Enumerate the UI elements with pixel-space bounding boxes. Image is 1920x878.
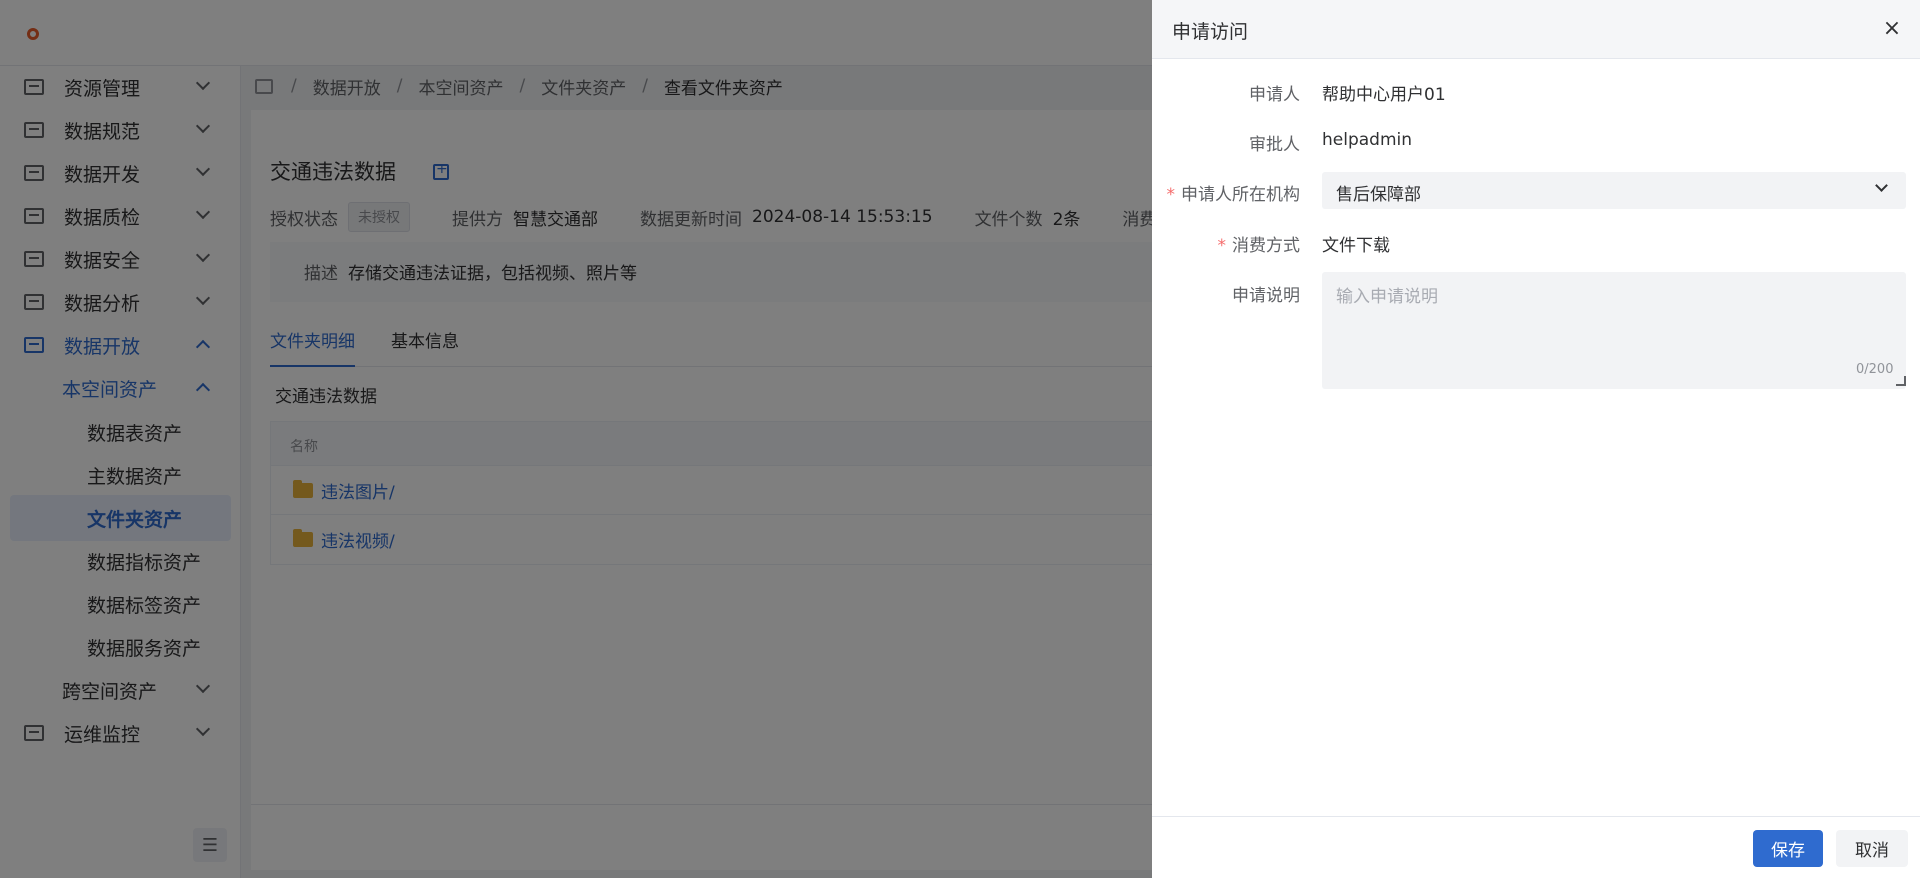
drawer-footer: 保存 取消: [1152, 816, 1920, 878]
resize-handle-icon[interactable]: [1896, 376, 1906, 386]
approver-value: helpadmin: [1322, 130, 1413, 150]
org-select-value: 售后保障部: [1336, 185, 1421, 205]
consume-method-label: * 消费方式: [1218, 231, 1301, 256]
org-label: * 申请人所在机构: [1167, 180, 1301, 205]
required-mark: *: [1166, 185, 1176, 205]
consume-method-label-text: 消费方式: [1232, 236, 1300, 256]
note-textarea[interactable]: [1322, 272, 1906, 389]
drawer-header: 申请访问 ×: [1152, 0, 1920, 59]
chevron-down-icon: [1875, 179, 1888, 192]
cancel-button[interactable]: 取消: [1836, 830, 1908, 867]
approver-label: 审批人: [1249, 135, 1300, 155]
applicant-label: 申请人: [1249, 85, 1300, 105]
applicant-value: 帮助中心用户01: [1322, 85, 1446, 105]
org-select[interactable]: 售后保障部: [1322, 172, 1906, 209]
consume-method-value: 文件下载: [1322, 236, 1390, 256]
required-mark: *: [1217, 236, 1227, 256]
note-label: 申请说明: [1232, 286, 1300, 306]
close-icon[interactable]: ×: [1880, 18, 1904, 42]
save-button[interactable]: 保存: [1753, 830, 1823, 867]
char-counter: 0/200: [1856, 362, 1894, 377]
org-label-text: 申请人所在机构: [1181, 185, 1300, 205]
request-access-drawer: 申请访问 × 申请人 帮助中心用户01 审批人 helpadmin * 申请人所在…: [1152, 0, 1920, 878]
drawer-title: 申请访问: [1172, 21, 1249, 43]
